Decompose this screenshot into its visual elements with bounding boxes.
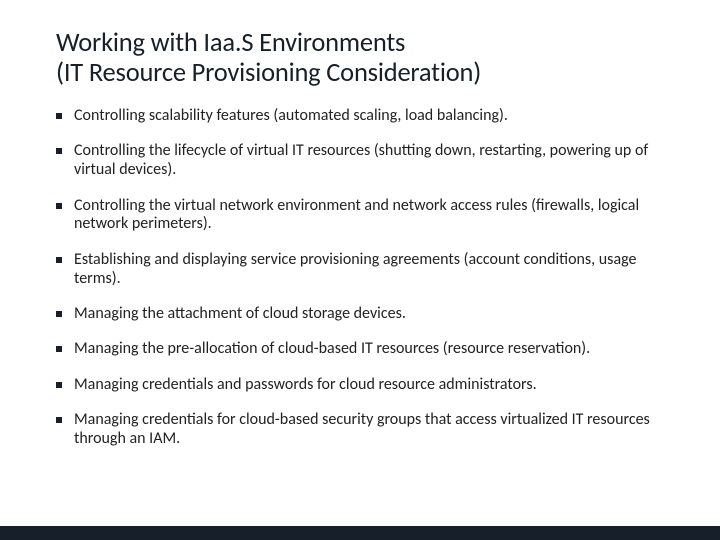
bullet-text: Controlling the virtual network environm…: [74, 196, 639, 234]
slide-body: Controlling scalability features (automa…: [56, 107, 664, 449]
title-line-2: (IT Resource Provisioning Consideration): [56, 57, 481, 89]
slide: Working with Iaa.S Environments (IT Reso…: [0, 0, 720, 540]
slide-title: Working with Iaa.S Environments (IT Reso…: [56, 28, 664, 89]
title-line-1: Working with Iaa.S Environments: [56, 27, 405, 59]
bullet-text: Controlling the lifecycle of virtual IT …: [74, 141, 648, 179]
list-item: Controlling the lifecycle of virtual IT …: [56, 142, 664, 180]
bullet-text: Managing the attachment of cloud storage…: [74, 304, 406, 323]
list-item: Establishing and displaying service prov…: [56, 251, 664, 289]
bullet-text: Managing credentials for cloud-based sec…: [74, 410, 650, 448]
bullet-text: Establishing and displaying service prov…: [74, 250, 636, 288]
bullet-text: Managing the pre-allocation of cloud-bas…: [74, 339, 590, 358]
list-item: Managing credentials for cloud-based sec…: [56, 411, 664, 449]
bullet-text: Controlling scalability features (automa…: [74, 106, 508, 125]
list-item: Managing credentials and passwords for c…: [56, 376, 664, 395]
bullet-list: Controlling scalability features (automa…: [56, 107, 664, 449]
footer-bar: [0, 526, 720, 540]
bullet-text: Managing credentials and passwords for c…: [74, 375, 537, 394]
list-item: Managing the attachment of cloud storage…: [56, 305, 664, 324]
list-item: Controlling the virtual network environm…: [56, 197, 664, 235]
list-item: Controlling scalability features (automa…: [56, 107, 664, 126]
list-item: Managing the pre-allocation of cloud-bas…: [56, 340, 664, 359]
